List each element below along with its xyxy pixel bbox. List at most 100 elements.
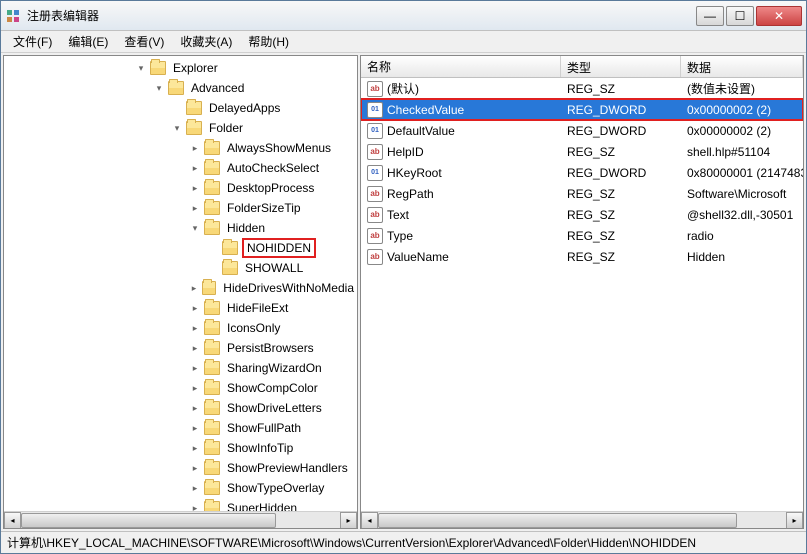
list-row[interactable]: (默认)REG_SZ(数值未设置) <box>361 78 803 99</box>
scroll-thumb[interactable] <box>378 513 737 528</box>
menu-help[interactable]: 帮助(H) <box>240 31 297 52</box>
tree-node-autocheckselect[interactable]: ▸AutoCheckSelect <box>4 158 357 178</box>
expander-icon[interactable]: ▸ <box>188 361 202 375</box>
value-name: RegPath <box>387 187 434 201</box>
list-row[interactable]: TypeREG_SZradio <box>361 225 803 246</box>
scroll-right-icon[interactable]: ▸ <box>340 512 357 529</box>
list-row[interactable]: RegPathREG_SZSoftware\Microsoft <box>361 183 803 204</box>
tree-node-hidedriveswithnomedia[interactable]: ▸HideDrivesWithNoMedia <box>4 278 357 298</box>
tree-node-showall[interactable]: SHOWALL <box>4 258 357 278</box>
expander-icon[interactable]: ▸ <box>188 341 202 355</box>
expander-icon[interactable]: ▸ <box>188 421 202 435</box>
folder-icon <box>204 181 220 195</box>
tree-node-showcompcolor[interactable]: ▸ShowCompColor <box>4 378 357 398</box>
tree-node-hidden[interactable]: ▾Hidden <box>4 218 357 238</box>
menu-edit[interactable]: 编辑(E) <box>60 31 116 52</box>
tree-node-showfullpath[interactable]: ▸ ShowFullPath <box>4 418 357 438</box>
titlebar[interactable]: 注册表编辑器 — ☐ ✕ <box>1 1 806 31</box>
menu-file[interactable]: 文件(F) <box>5 31 60 52</box>
list-hscroll[interactable]: ◂ ▸ <box>361 511 803 528</box>
expander-icon[interactable]: ▾ <box>170 121 184 135</box>
expander-icon[interactable]: ▸ <box>188 181 202 195</box>
cell-name: DefaultValue <box>361 121 561 141</box>
list-view[interactable]: (默认)REG_SZ(数值未设置)CheckedValueREG_DWORD0x… <box>361 78 803 511</box>
tree-node-iconsonly[interactable]: ▸IconsOnly <box>4 318 357 338</box>
scroll-left-icon[interactable]: ◂ <box>361 512 378 529</box>
tree-label: ShowFullPath <box>224 420 304 436</box>
expander-icon[interactable]: ▸ <box>188 281 200 295</box>
tree-node-explorer[interactable]: ▾Explorer <box>4 58 357 78</box>
folder-icon <box>222 241 238 255</box>
tree-node-advanced[interactable]: ▾ Advanced <box>4 78 357 98</box>
tree-panel: ▾Explorer▾AdvancedDelayedApps▾Folder▸Alw… <box>3 55 358 529</box>
folder-icon <box>204 221 220 235</box>
expander-icon[interactable]: ▸ <box>188 481 202 495</box>
expander-icon <box>206 261 220 275</box>
cell-type: REG_DWORD <box>561 164 681 182</box>
cell-name: HelpID <box>361 142 561 162</box>
column-type[interactable]: 类型 <box>561 56 681 77</box>
tree-node-delayedapps[interactable]: DelayedApps <box>4 98 357 118</box>
menu-favorites[interactable]: 收藏夹(A) <box>172 31 240 52</box>
expander-icon[interactable]: ▸ <box>188 381 202 395</box>
tree-node-showdriveletters[interactable]: ▸ShowDriveLetters <box>4 398 357 418</box>
cell-data: (数值未设置) <box>681 78 803 99</box>
tree-node-desktopprocess[interactable]: ▸DesktopProcess <box>4 178 357 198</box>
tree-node-hidefileext[interactable]: ▸HideFileExt <box>4 298 357 318</box>
tree-node-folder[interactable]: ▾Folder <box>4 118 357 138</box>
expander-icon[interactable]: ▾ <box>188 221 202 235</box>
scroll-track[interactable] <box>21 512 340 529</box>
window-controls: — ☐ ✕ <box>696 6 802 26</box>
expander-icon[interactable]: ▸ <box>188 501 202 511</box>
close-button[interactable]: ✕ <box>756 6 802 26</box>
expander-icon[interactable]: ▸ <box>188 401 202 415</box>
menu-view[interactable]: 查看(V) <box>116 31 172 52</box>
expander-icon[interactable]: ▸ <box>188 461 202 475</box>
scroll-thumb[interactable] <box>21 513 276 528</box>
expander-icon[interactable]: ▸ <box>188 301 202 315</box>
list-row[interactable]: CheckedValueREG_DWORD0x00000002 (2) <box>361 99 803 120</box>
scroll-track[interactable] <box>378 512 786 529</box>
string-value-icon <box>367 207 383 223</box>
tree-node-alwaysshowmenus[interactable]: ▸AlwaysShowMenus <box>4 138 357 158</box>
cell-type: REG_SZ <box>561 227 681 245</box>
tree-node-persistbrowsers[interactable]: ▸PersistBrowsers <box>4 338 357 358</box>
tree-label: Advanced <box>188 80 247 96</box>
column-data[interactable]: 数据 <box>681 56 803 77</box>
tree-node-nohidden[interactable]: NOHIDDEN <box>4 238 357 258</box>
column-name[interactable]: 名称 <box>361 56 561 77</box>
expander-icon[interactable]: ▸ <box>188 201 202 215</box>
folder-icon <box>222 261 238 275</box>
tree-label: ShowPreviewHandlers <box>224 460 351 476</box>
tree-node-showtypeoverlay[interactable]: ▸ShowTypeOverlay <box>4 478 357 498</box>
string-value-icon <box>367 228 383 244</box>
list-row[interactable]: HelpIDREG_SZshell.hlp#51104 <box>361 141 803 162</box>
scroll-right-icon[interactable]: ▸ <box>786 512 803 529</box>
value-name: ValueName <box>387 250 449 264</box>
minimize-button[interactable]: — <box>696 6 724 26</box>
tree-view[interactable]: ▾Explorer▾AdvancedDelayedApps▾Folder▸Alw… <box>4 56 357 511</box>
expander-icon[interactable]: ▾ <box>152 81 166 95</box>
tree-node-showinfotip[interactable]: ▸ShowInfoTip <box>4 438 357 458</box>
tree-node-showpreviewhandlers[interactable]: ▸ ShowPreviewHandlers <box>4 458 357 478</box>
expander-icon[interactable]: ▸ <box>188 441 202 455</box>
folder-icon <box>186 121 202 135</box>
list-row[interactable]: DefaultValueREG_DWORD0x00000002 (2) <box>361 120 803 141</box>
tree-node-sharingwizardon[interactable]: ▸SharingWizardOn <box>4 358 357 378</box>
expander-icon[interactable]: ▸ <box>188 141 202 155</box>
maximize-button[interactable]: ☐ <box>726 6 754 26</box>
tree-hscroll[interactable]: ◂ ▸ <box>4 511 357 528</box>
expander-icon[interactable]: ▾ <box>134 61 148 75</box>
tree-node-superhidden[interactable]: ▸SuperHidden <box>4 498 357 511</box>
list-row[interactable]: ValueNameREG_SZHidden <box>361 246 803 267</box>
cell-name: HKeyRoot <box>361 163 561 183</box>
list-row[interactable]: HKeyRootREG_DWORD0x80000001 (2147483649) <box>361 162 803 183</box>
expander-icon[interactable]: ▸ <box>188 161 202 175</box>
cell-type: REG_SZ <box>561 143 681 161</box>
expander-icon[interactable]: ▸ <box>188 321 202 335</box>
scroll-left-icon[interactable]: ◂ <box>4 512 21 529</box>
tree-node-foldersizetip[interactable]: ▸FolderSizeTip <box>4 198 357 218</box>
folder-icon <box>168 81 184 95</box>
cell-name: (默认) <box>361 78 561 99</box>
list-row[interactable]: TextREG_SZ@shell32.dll,-30501 <box>361 204 803 225</box>
